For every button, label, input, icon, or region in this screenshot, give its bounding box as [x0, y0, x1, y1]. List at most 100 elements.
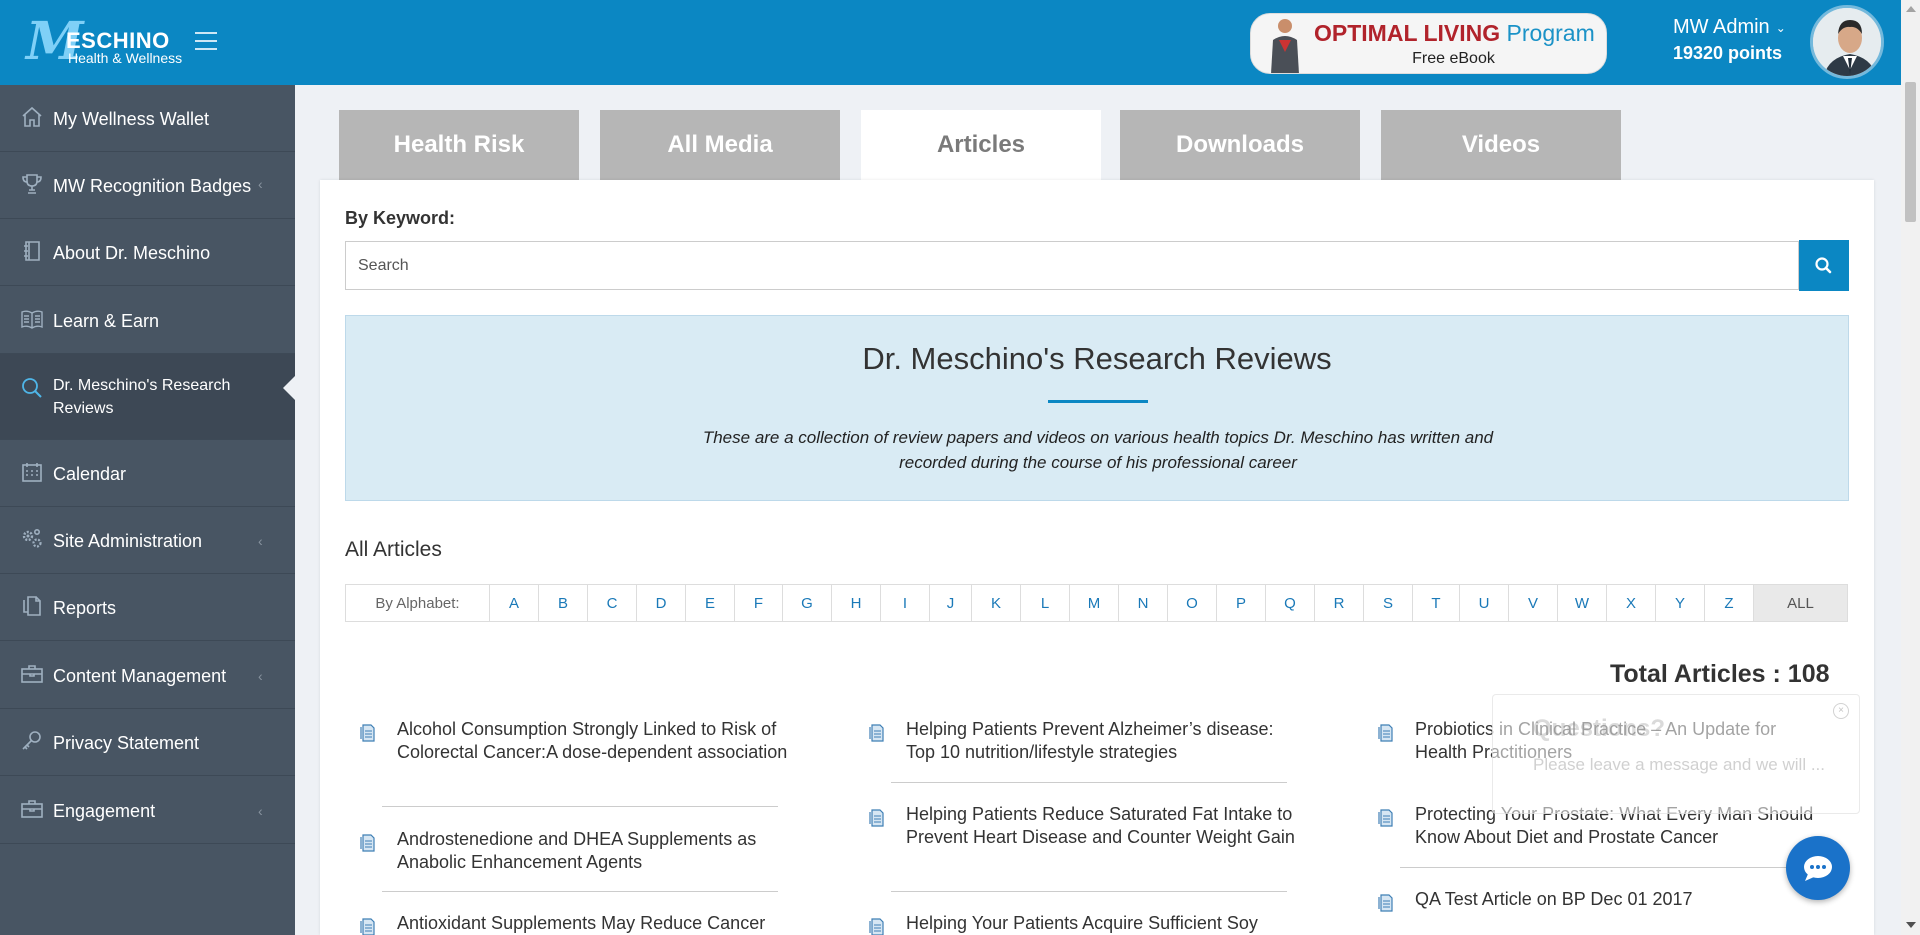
- alphabet-letter-i[interactable]: I: [881, 585, 930, 621]
- list-item[interactable]: Antioxidant Supplements May Reduce Cance…: [360, 912, 780, 935]
- alphabet-letter-n[interactable]: N: [1119, 585, 1168, 621]
- keyword-label: By Keyword:: [345, 208, 456, 228]
- search-button[interactable]: [1799, 240, 1849, 291]
- meschino-logo[interactable]: M ESCHINO Health & Wellness: [20, 12, 190, 72]
- active-indicator: [283, 376, 295, 400]
- article-link[interactable]: QA Test Article on BP Dec 01 2017: [1415, 888, 1815, 911]
- divider: [891, 782, 1287, 783]
- alphabet-letter-w[interactable]: W: [1558, 585, 1607, 621]
- scroll-up-icon[interactable]: [1906, 6, 1916, 12]
- alphabet-letter-p[interactable]: P: [1217, 585, 1266, 621]
- calendar-icon: [22, 463, 42, 482]
- alphabet-letter-m[interactable]: M: [1070, 585, 1119, 621]
- user-menu[interactable]: MW Admin ⌄ 19320 points: [1673, 16, 1786, 64]
- sidebar-item-about-dr-meschino[interactable]: About Dr. Meschino: [0, 219, 295, 286]
- sidebar-item-mw-recognition-badges[interactable]: MW Recognition Badges ‹: [0, 152, 295, 219]
- alphabet-letter-f[interactable]: F: [735, 585, 783, 621]
- article-link[interactable]: Androstenedione and DHEA Supplements as …: [397, 828, 797, 874]
- sidebar-item-reports[interactable]: Reports: [0, 574, 295, 641]
- list-item[interactable]: Helping Patients Prevent Alzheimer’s dis…: [869, 718, 1289, 783]
- alphabet-letter-r[interactable]: R: [1315, 585, 1364, 621]
- article-link[interactable]: Antioxidant Supplements May Reduce Cance…: [397, 912, 797, 935]
- tab-health-risk[interactable]: Health Risk: [339, 110, 579, 180]
- document-icon: [1378, 809, 1393, 827]
- alphabet-letter-h[interactable]: H: [832, 585, 881, 621]
- alphabet-letter-c[interactable]: C: [588, 585, 637, 621]
- sidebar-item-privacy-statement[interactable]: Privacy Statement: [0, 709, 295, 776]
- user-points: 19320 points: [1673, 43, 1783, 63]
- alphabet-all-button[interactable]: ALL: [1754, 585, 1847, 621]
- chat-bubble-icon: [1804, 856, 1832, 881]
- list-item[interactable]: Helping Your Patients Acquire Sufficient…: [869, 912, 1289, 935]
- list-item[interactable]: Androstenedione and DHEA Supplements as …: [360, 828, 780, 898]
- alphabet-letter-x[interactable]: X: [1607, 585, 1656, 621]
- research-reviews-banner: Dr. Meschino's Research Reviews These ar…: [345, 315, 1849, 501]
- tab-all-media[interactable]: All Media: [600, 110, 840, 180]
- alphabet-letter-a[interactable]: A: [490, 585, 539, 621]
- alphabet-letter-l[interactable]: L: [1021, 585, 1070, 621]
- alphabet-letter-j[interactable]: J: [930, 585, 972, 621]
- tab-videos[interactable]: Videos: [1381, 110, 1621, 180]
- list-item[interactable]: QA Test Article on BP Dec 01 2017: [1378, 888, 1798, 912]
- promo-subtitle: Free eBook: [1412, 50, 1495, 67]
- optimal-living-promo-banner[interactable]: OPTIMAL LIVING Program Free eBook: [1250, 13, 1607, 74]
- list-item[interactable]: Helping Patients Reduce Saturated Fat In…: [869, 803, 1295, 893]
- list-item[interactable]: Alcohol Consumption Strongly Linked to R…: [360, 718, 787, 808]
- home-icon: [22, 106, 42, 127]
- tab-articles[interactable]: Articles: [861, 110, 1101, 182]
- sidebar-item-engagement[interactable]: Engagement ‹: [0, 776, 295, 844]
- chevron-down-icon[interactable]: ⌄: [1776, 21, 1786, 35]
- alphabet-letter-t[interactable]: T: [1413, 585, 1460, 621]
- alphabet-letter-e[interactable]: E: [686, 585, 735, 621]
- sidebar-item-label: Reports: [53, 598, 117, 618]
- sidebar-item-label: Content Management: [53, 666, 227, 686]
- sidebar-item-site-administration[interactable]: Site Administration ‹: [0, 507, 295, 574]
- chat-button[interactable]: [1786, 836, 1850, 900]
- alphabet-letter-y[interactable]: Y: [1656, 585, 1705, 621]
- sidebar-item-learn-earn[interactable]: Learn & Earn: [0, 286, 295, 354]
- alphabet-letter-o[interactable]: O: [1168, 585, 1217, 621]
- key-icon: [22, 731, 41, 750]
- article-link[interactable]: Alcohol Consumption Strongly Linked to R…: [397, 718, 797, 764]
- sidebar-item-label: My Wellness Wallet: [53, 109, 210, 129]
- chat-popup[interactable]: Questions? Please leave a message and we…: [1492, 694, 1860, 814]
- avatar[interactable]: [1810, 5, 1884, 79]
- alphabet-letter-s[interactable]: S: [1364, 585, 1413, 621]
- alphabet-letter-d[interactable]: D: [637, 585, 686, 621]
- document-icon: [869, 724, 884, 742]
- hamburger-menu-icon[interactable]: [195, 32, 217, 50]
- chevron-left-icon: ‹: [258, 533, 263, 549]
- article-link[interactable]: Helping Patients Reduce Saturated Fat In…: [906, 803, 1306, 849]
- promo-title: OPTIMAL LIVING Program: [1314, 20, 1595, 46]
- chevron-left-icon: ‹: [258, 176, 263, 192]
- article-link[interactable]: Helping Patients Prevent Alzheimer’s dis…: [906, 718, 1306, 764]
- sidebar: My Wellness Wallet MW Recognition Badges…: [0, 85, 295, 935]
- alphabet-letter-b[interactable]: B: [539, 585, 588, 621]
- alphabet-letter-z[interactable]: Z: [1705, 585, 1754, 621]
- banner-description: These are a collection of review papers …: [702, 428, 1494, 472]
- alphabet-letter-u[interactable]: U: [1460, 585, 1509, 621]
- close-icon[interactable]: ×: [1833, 703, 1849, 719]
- sidebar-item-research-reviews[interactable]: Dr. Meschino's Research Reviews: [0, 354, 295, 440]
- sidebar-item-content-management[interactable]: Content Management ‹: [0, 641, 295, 709]
- alphabet-label: By Alphabet:: [346, 585, 490, 621]
- alphabet-letter-v[interactable]: V: [1509, 585, 1558, 621]
- scroll-down-icon[interactable]: [1906, 922, 1916, 928]
- alphabet-letter-g[interactable]: G: [783, 585, 832, 621]
- sidebar-item-calendar[interactable]: Calendar: [0, 440, 295, 507]
- user-name[interactable]: MW Admin: [1673, 16, 1770, 38]
- document-icon: [360, 918, 375, 935]
- tab-downloads[interactable]: Downloads: [1120, 110, 1360, 180]
- briefcase-icon: [21, 800, 43, 818]
- alphabet-letter-k[interactable]: K: [972, 585, 1021, 621]
- sidebar-item-label: About Dr. Meschino: [53, 243, 211, 263]
- alphabet-letter-q[interactable]: Q: [1266, 585, 1315, 621]
- chat-message: Please leave a message and we will ...: [1533, 755, 1825, 774]
- book-icon: [24, 241, 40, 261]
- sidebar-item-my-wellness-wallet[interactable]: My Wellness Wallet: [0, 85, 295, 152]
- page-scrollbar[interactable]: [1901, 0, 1920, 935]
- scrollbar-thumb[interactable]: [1905, 82, 1916, 222]
- chevron-left-icon: ‹: [258, 803, 263, 819]
- search-input[interactable]: [345, 241, 1799, 290]
- article-link[interactable]: Helping Your Patients Acquire Sufficient…: [906, 912, 1306, 935]
